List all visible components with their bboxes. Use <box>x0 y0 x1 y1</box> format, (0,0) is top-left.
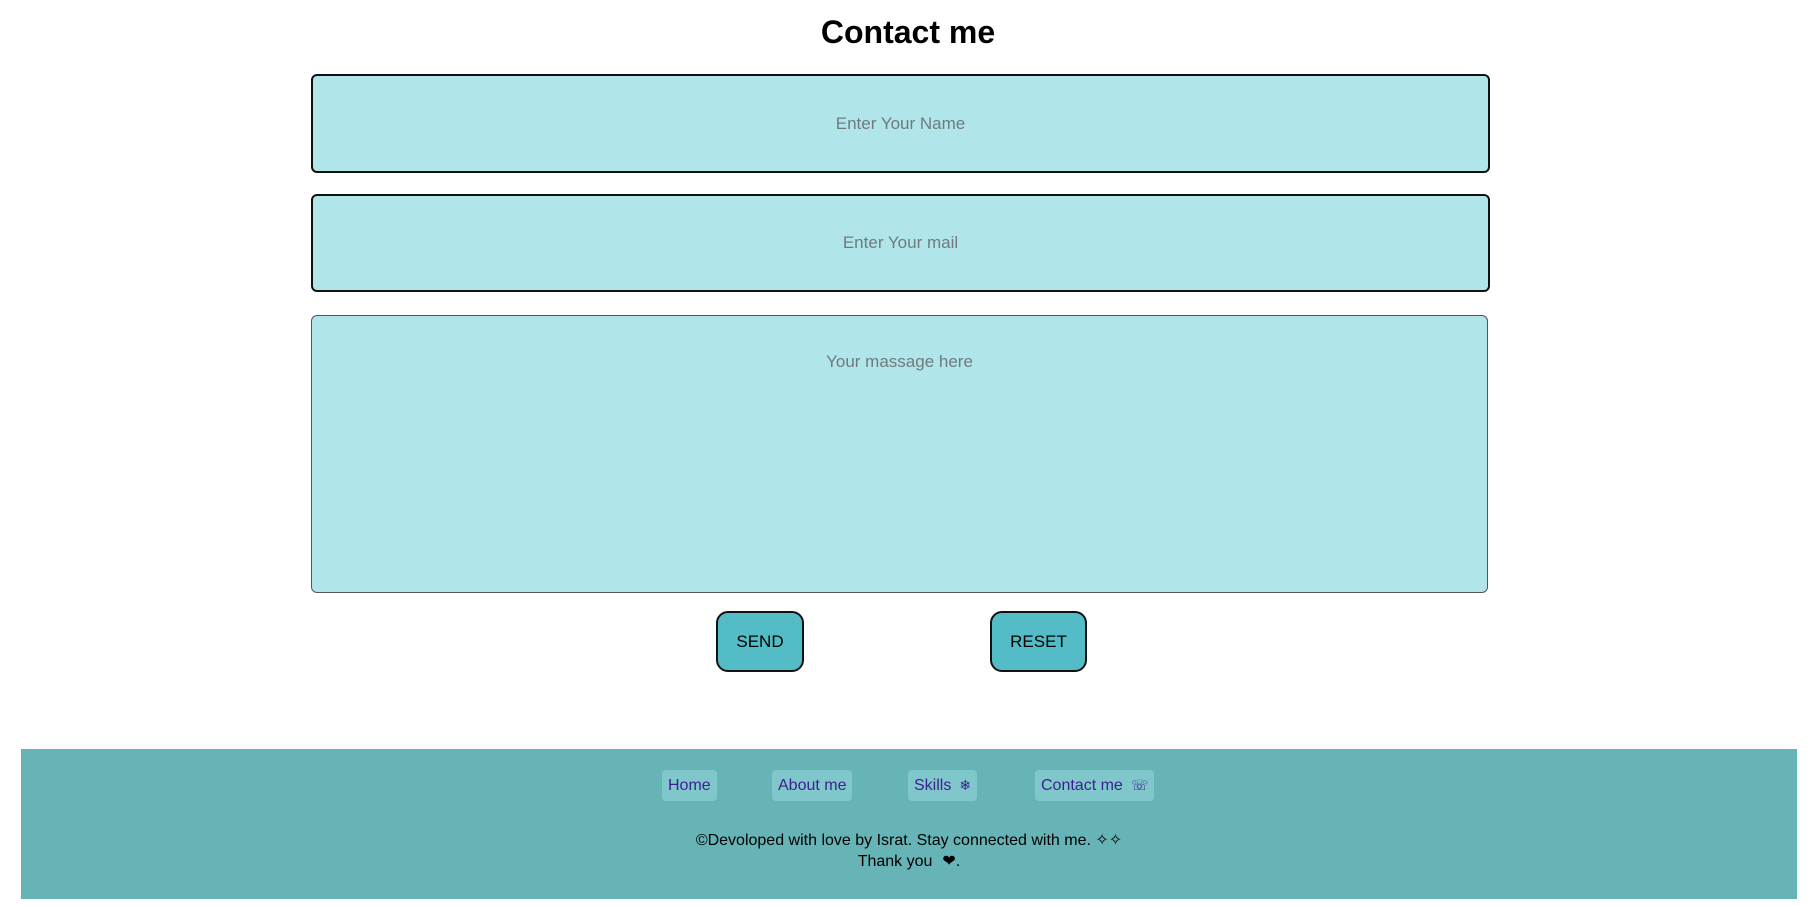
footer-thanks-end: . <box>955 853 961 870</box>
footer-credit-line: ©Devoloped with love by Israt. Stay conn… <box>695 832 1123 849</box>
message-textarea[interactable] <box>311 315 1488 593</box>
contact-page: Contact me SEND RESET Home About me Skil… <box>0 0 1816 906</box>
email-input[interactable] <box>311 194 1490 292</box>
footer-link-contact-label: Contact me <box>1041 777 1123 794</box>
reset-button[interactable]: RESET <box>990 611 1087 672</box>
footer-link-home[interactable]: Home <box>662 770 717 801</box>
footer-thanks-text: Thank you <box>857 853 933 870</box>
telephone-icon: ☏ <box>1130 777 1149 793</box>
footer-link-home-label: Home <box>668 777 711 794</box>
footer-link-about[interactable]: About me <box>772 770 853 801</box>
heart-icon: ❤ <box>942 853 956 870</box>
name-input[interactable] <box>311 74 1490 173</box>
footer-link-skills-label: Skills <box>914 777 952 794</box>
footer: Home About me Skills ❄ Contact me ☏ ©Devol… <box>21 749 1797 899</box>
footer-thanks-line: Thank you ❤. <box>21 851 1797 872</box>
snowflake-icon: ❄ <box>959 777 972 793</box>
page-title: Contact me <box>820 14 996 50</box>
footer-link-skills[interactable]: Skills ❄ <box>908 770 978 801</box>
send-button[interactable]: SEND <box>716 611 804 672</box>
footer-link-about-label: About me <box>778 777 847 794</box>
footer-credit: ©Devoloped with love by Israt. Stay conn… <box>21 830 1797 872</box>
footer-link-contact[interactable]: Contact me ☏ <box>1035 770 1155 801</box>
